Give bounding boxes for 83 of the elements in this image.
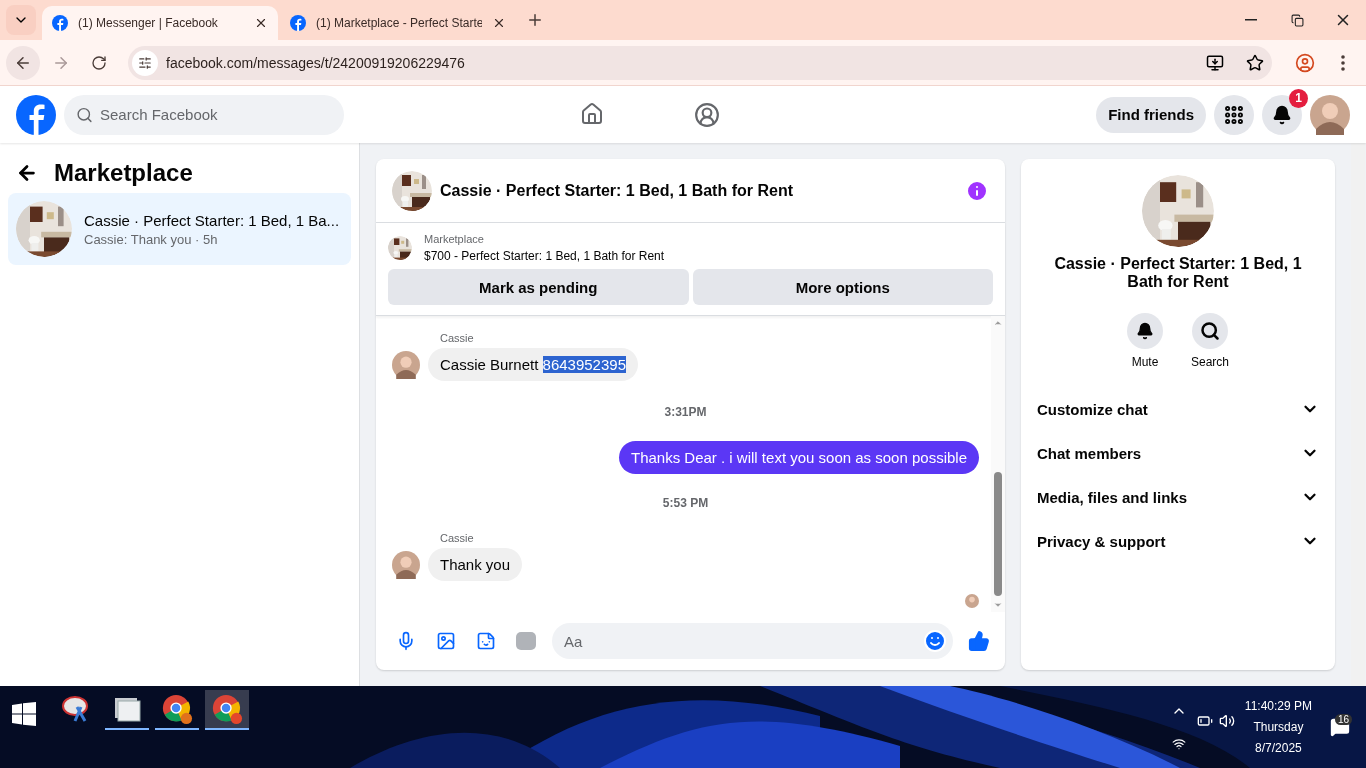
scrollbar[interactable] — [1351, 143, 1365, 686]
conversation-title: Cassie · Perfect Starter: 1 Bed, 1 Ba... — [84, 211, 340, 229]
search-icon — [1200, 321, 1220, 341]
browser-icon — [211, 692, 243, 726]
action-button[interactable] — [1192, 313, 1228, 349]
search-icon — [76, 106, 93, 123]
close-icon — [254, 16, 268, 30]
find-friends-button[interactable]: Find friends — [1096, 96, 1206, 133]
action-label: Search — [1191, 355, 1229, 369]
address-bar[interactable]: facebook.com/messages/t/24200919206229476 — [128, 45, 1272, 80]
action-label: Mute — [1131, 355, 1159, 369]
page-title: Marketplace — [54, 159, 193, 187]
taskbar-app[interactable] — [205, 690, 249, 730]
section-header[interactable]: Chat members — [1021, 431, 1335, 475]
facebook-icon — [290, 15, 306, 31]
bell-icon — [1272, 104, 1292, 125]
action-button[interactable] — [1127, 313, 1163, 349]
browser-tab[interactable]: (1) Messenger | Facebook — [42, 6, 278, 40]
reload-icon — [91, 54, 107, 71]
section-header[interactable]: Privacy & support — [1021, 519, 1335, 563]
conversation-item[interactable]: Cassie · Perfect Starter: 1 Bed, 1 Ba... Cassie: Thank you · 5h — [8, 193, 351, 265]
scrollbar-thumb[interactable] — [994, 472, 1002, 596]
message-bubble: Thanks Dear . i will text you soon as soon possible — [619, 441, 979, 474]
sender-name: Cassie — [440, 532, 475, 544]
volume-icon — [1218, 713, 1235, 729]
conversation-preview: Cassie: Thank you · 5h — [84, 231, 219, 247]
clock-day: Thursday — [1253, 720, 1304, 734]
chat-title: Cassie · Perfect Starter: 1 Bed, 1 Bath for Rent — [1053, 255, 1303, 291]
profile-icon — [1295, 52, 1315, 73]
thumbs-up-icon — [968, 630, 990, 652]
sender-name: Cassie — [440, 332, 475, 344]
avatar-icon — [392, 550, 420, 579]
scroll-up-icon — [993, 318, 1003, 328]
folder-icon — [113, 696, 141, 722]
browser-icon — [161, 692, 193, 726]
clock-time: 11:40:29 PM — [1244, 699, 1312, 713]
install-icon — [1206, 53, 1224, 72]
tab-list-button[interactable] — [6, 5, 36, 35]
avatar-icon — [1310, 94, 1350, 135]
menu-button[interactable] — [1214, 94, 1254, 135]
message-time: 3:31PM — [664, 405, 707, 419]
avatar-icon — [392, 350, 420, 379]
message-bubble: Thank you — [428, 548, 523, 581]
sticker-icon — [476, 631, 496, 651]
menu-icon — [1341, 54, 1345, 71]
chat-title: Cassie · Perfect Starter: 1 Bed, 1 Bath for Rent — [440, 181, 794, 200]
scroll-down-icon — [993, 600, 1003, 610]
listing-name: $700 - Perfect Starter: 1 Bed, 1 Bath for Rent — [424, 249, 665, 263]
bell-icon — [1136, 322, 1154, 340]
section-header[interactable]: Customize chat — [1021, 387, 1335, 431]
message-bubble: Cassie Burnett 8643952395 — [428, 348, 638, 381]
message-time: 5:53 PM — [662, 496, 709, 510]
windows-icon[interactable] — [12, 702, 36, 726]
section-header[interactable]: Media, files and links — [1021, 475, 1335, 519]
gif-icon — [516, 632, 536, 650]
home-icon — [580, 101, 605, 126]
notification-count: 16 — [1334, 714, 1352, 725]
back-button[interactable] — [6, 45, 40, 80]
grid-icon — [1223, 103, 1245, 126]
close-icon — [492, 16, 506, 30]
battery-icon — [1196, 713, 1213, 729]
sliders-icon — [138, 55, 152, 70]
facebook-icon — [52, 15, 68, 31]
notification-badge: 1 — [1289, 88, 1308, 108]
wifi-icon — [1171, 737, 1186, 751]
browser-tab[interactable]: (1) Marketplace - Perfect Starte — [280, 6, 516, 40]
minimize-icon — [1245, 19, 1257, 21]
person-circle-icon — [694, 101, 721, 128]
restore-icon — [1290, 13, 1304, 27]
back-icon — [16, 162, 38, 184]
search-field[interactable]: Search Facebook — [64, 94, 344, 135]
logo-icon[interactable] — [16, 94, 56, 135]
site-settings-button[interactable] — [132, 49, 158, 76]
bookmark-icon — [1246, 53, 1264, 72]
image-icon — [436, 631, 456, 651]
listing-button[interactable]: Mark as pending — [388, 269, 689, 305]
plus-icon — [526, 11, 544, 29]
listing-label: Marketplace — [424, 233, 485, 245]
clock-date: 8/7/2025 — [1255, 741, 1302, 755]
notifications-button[interactable] — [1262, 94, 1302, 135]
microphone-icon — [396, 631, 416, 651]
listing-button[interactable]: More options — [692, 269, 993, 305]
message-field[interactable]: Aa — [552, 623, 953, 659]
